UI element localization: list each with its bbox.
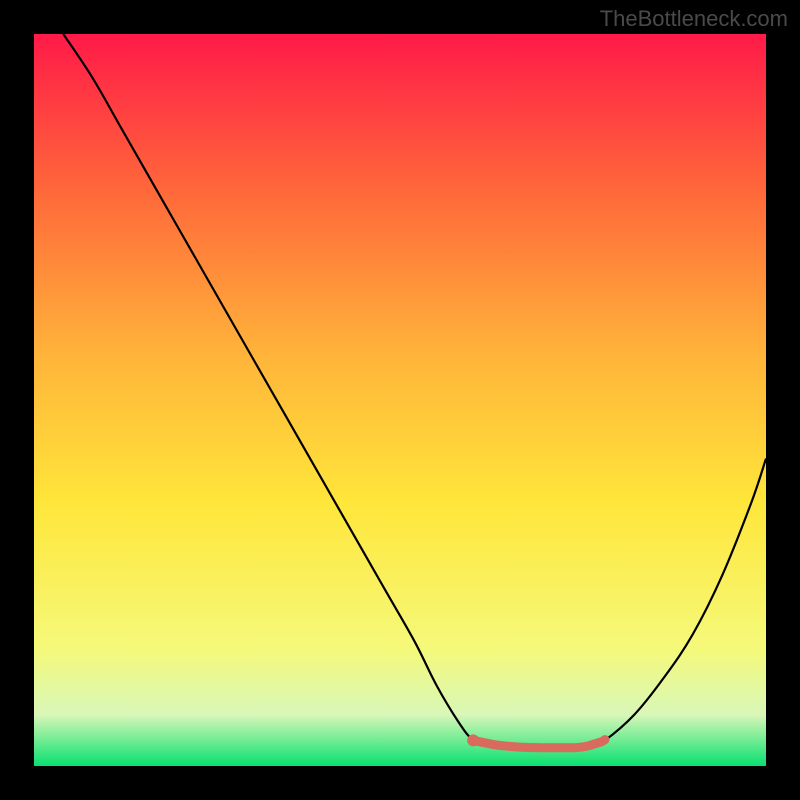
watermark-text: TheBottleneck.com [600,6,788,32]
optimal-point-dot [467,734,479,746]
gradient-background [34,34,766,766]
chart-frame [34,34,766,766]
chart-svg [34,34,766,766]
